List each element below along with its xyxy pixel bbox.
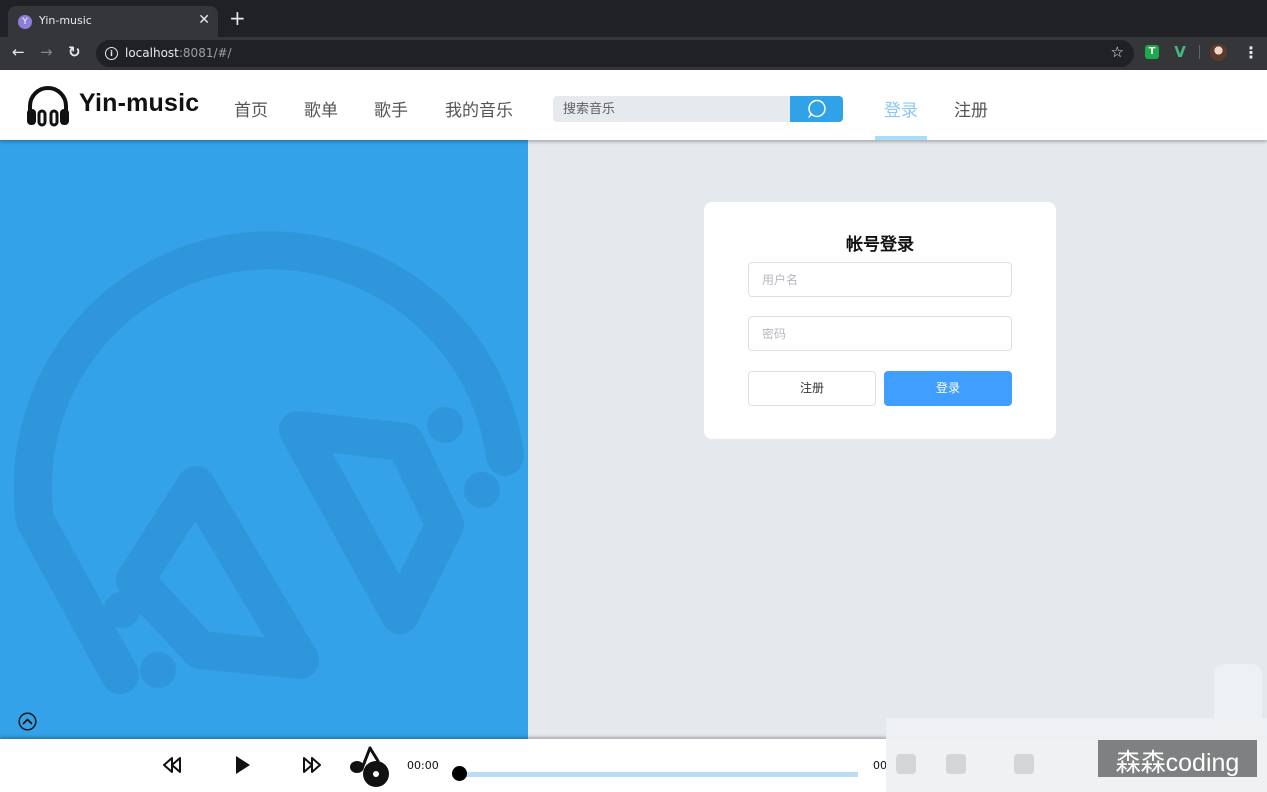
chevron-up-circle-icon[interactable] <box>18 712 37 731</box>
browser-toolbar: ← → ↻ i localhost:8081/#/ ☆ <box>0 37 1267 70</box>
browser-menu-icon[interactable]: ⋮ <box>1243 43 1259 62</box>
nav-my-music[interactable]: 我的音乐 <box>445 96 513 121</box>
watermark-text: 森森coding <box>1098 740 1257 777</box>
reload-icon[interactable]: ↻ <box>68 43 81 61</box>
header-register-link[interactable]: 注册 <box>954 96 988 121</box>
nav-singers[interactable]: 歌手 <box>374 96 408 121</box>
browser-tab-bar: Y Yin-music ✕ + <box>0 0 1267 37</box>
large-logo-watermark-icon <box>13 231 524 694</box>
tab-title: Yin-music <box>39 14 92 27</box>
search-box <box>553 96 843 122</box>
vue-devtools-icon[interactable]: V <box>1173 45 1187 60</box>
toolbar-separator <box>1199 45 1200 59</box>
password-field[interactable] <box>748 316 1012 351</box>
login-button[interactable]: 登录 <box>884 371 1012 406</box>
download-icon[interactable] <box>946 754 966 774</box>
new-tab-icon[interactable]: + <box>229 8 246 28</box>
playlist-icon[interactable] <box>1014 754 1034 774</box>
url-text: localhost:8081/#/ <box>125 46 232 60</box>
address-bar[interactable]: i localhost:8081/#/ ☆ <box>96 40 1134 67</box>
play-icon[interactable] <box>234 755 252 775</box>
progress-track[interactable] <box>458 772 858 777</box>
search-icon <box>808 99 826 118</box>
current-time: 00:00 <box>407 759 439 772</box>
search-button[interactable] <box>790 96 843 122</box>
browser-tab[interactable]: Y Yin-music ✕ <box>8 6 218 37</box>
extension-icon[interactable]: T <box>1145 45 1159 59</box>
volume-icon[interactable] <box>896 754 916 774</box>
profile-avatar-icon[interactable] <box>1210 44 1227 61</box>
search-input[interactable] <box>553 96 790 122</box>
album-cover-icon[interactable] <box>348 744 392 788</box>
previous-track-icon[interactable] <box>162 756 182 774</box>
login-card-title: 帐号登录 <box>846 235 914 255</box>
forward-icon[interactable]: → <box>40 43 53 61</box>
nav-playlists[interactable]: 歌单 <box>304 96 338 121</box>
floating-widget <box>1214 664 1262 726</box>
nav-home[interactable]: 首页 <box>234 96 268 121</box>
tab-favicon-icon: Y <box>18 15 32 29</box>
active-indicator <box>875 136 927 140</box>
progress-knob[interactable] <box>452 766 467 781</box>
next-track-icon[interactable] <box>302 756 322 774</box>
headphones-logo-icon[interactable] <box>24 80 72 128</box>
login-card: 帐号登录 注册 登录 <box>704 202 1056 439</box>
total-time: 00 <box>873 759 887 772</box>
bookmark-star-icon[interactable]: ☆ <box>1111 43 1124 61</box>
brand-name[interactable]: Yin-music <box>79 89 199 118</box>
back-icon[interactable]: ← <box>12 43 25 61</box>
username-field[interactable] <box>748 262 1012 297</box>
header-login-link[interactable]: 登录 <box>875 96 927 121</box>
login-banner <box>0 140 528 739</box>
info-icon[interactable]: i <box>105 47 118 60</box>
close-icon[interactable]: ✕ <box>198 12 210 28</box>
site-header: Yin-music 首页 歌单 歌手 我的音乐 登录 注册 <box>0 70 1267 140</box>
register-button[interactable]: 注册 <box>748 371 876 406</box>
